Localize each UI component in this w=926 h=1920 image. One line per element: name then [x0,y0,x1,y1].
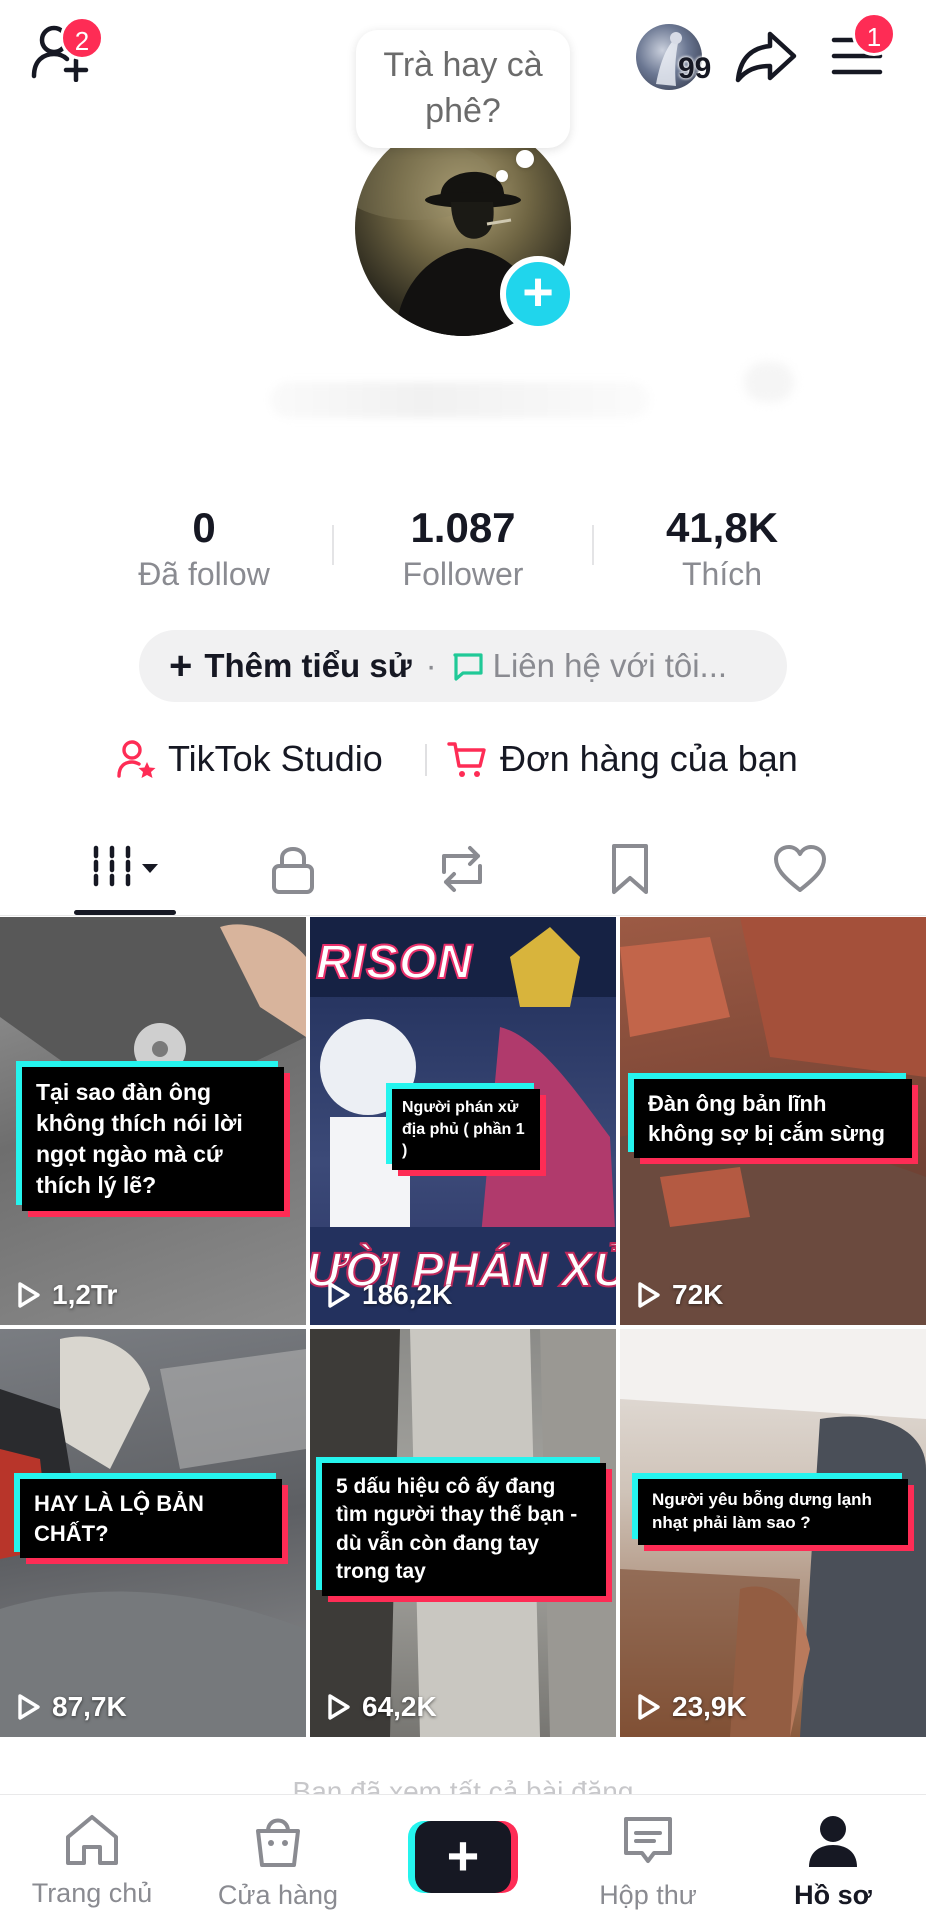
tiktok-studio-label: TikTok Studio [168,738,383,779]
creator-links: TikTok Studio Đơn hàng của bạn [0,734,926,784]
bio-separator: · [425,647,437,684]
view-count-value: 72K [672,1279,724,1310]
stat-following-value: 0 [192,504,216,551]
chat-bubble-icon [453,653,483,681]
view-count: 186,2K [326,1279,452,1311]
plus-icon: + [415,1821,511,1893]
video-caption: Người yêu bỗng dưng lạnh nhạt phải làm s… [638,1479,908,1545]
profile-icon [809,1816,857,1867]
tab-reposts[interactable] [412,836,512,902]
create-button[interactable]: + [408,1821,518,1893]
profile-stats: 0 Đã follow 1.087 Follower 41,8K Thích [0,503,926,593]
nav-shop[interactable]: Cửa hàng [188,1813,368,1911]
stat-following[interactable]: 0 Đã follow [84,503,324,595]
stat-divider [332,525,334,565]
note-bubble[interactable]: Trà hay cà phê? [356,30,570,148]
tab-private[interactable] [243,836,343,902]
blurred-username [270,382,650,418]
share-button[interactable] [734,26,798,86]
bookmark-icon [612,844,648,894]
menu-button[interactable]: 1 [830,12,896,80]
nav-home-label: Trang chủ [31,1878,153,1908]
video-thumbnail[interactable]: 5 dấu hiệu cô ấy đang tìm người thay thế… [310,1329,616,1737]
play-icon [638,1694,660,1720]
nav-profile[interactable]: Hồ sơ [743,1813,923,1911]
play-icon [638,1282,660,1308]
video-thumbnail[interactable]: Tại sao đàn ông không thích nói lời ngọt… [0,917,306,1325]
videos-grid-icon [93,845,158,893]
play-icon [18,1282,40,1308]
nav-inbox-label: Hộp thư [599,1880,697,1910]
view-count-value: 1,2Tr [52,1279,118,1310]
stat-likes[interactable]: 41,8K Thích [602,503,842,595]
view-count-value: 186,2K [362,1279,453,1310]
studio-user-star-icon [117,740,156,778]
stat-followers-value: 1.087 [410,504,516,551]
tab-liked[interactable] [750,836,850,902]
view-count: 1,2Tr [16,1279,117,1311]
view-count: 72K [636,1279,723,1311]
cart-icon [447,742,486,777]
video-thumbnail[interactable]: Người yêu bỗng dưng lạnh nhạt phải làm s… [620,1329,926,1737]
menu-badge: 1 [852,12,896,56]
repost-icon [442,846,482,892]
video-caption: 5 dấu hiệu cô ấy đang tìm người thay thế… [322,1463,606,1597]
bio-pill: + Thêm tiểu sử · Liên hệ với tôi... [139,630,787,702]
tiktok-studio-link[interactable]: TikTok Studio [116,734,383,784]
add-story-button[interactable]: + [500,256,576,332]
video-caption: Đàn ông bản lĩnh không sợ bị cắm sừng [634,1079,912,1159]
lock-icon [272,847,314,894]
tab-videos[interactable] [78,836,178,902]
video-grid: Tại sao đàn ông không thích nói lời ngọt… [0,917,926,1737]
tab-saved[interactable] [580,836,680,902]
add-bio-button[interactable]: Thêm tiểu sử [204,647,411,685]
view-count-value: 23,9K [672,1691,747,1722]
stat-following-label: Đã follow [138,556,270,592]
plus-icon: + [169,644,193,688]
story-count: 99 [678,52,712,85]
stat-followers-label: Follower [402,556,524,592]
video-thumbnail[interactable]: RISON Người phán xử địa phủ ( phần 1 ) Ư… [310,917,616,1325]
add-friend-badge: 2 [60,16,104,60]
note-bubble-tail [516,150,534,168]
play-icon [18,1694,40,1720]
content-tabs [0,830,926,916]
view-count: 23,9K [636,1691,747,1723]
nav-profile-label: Hồ sơ [794,1880,872,1910]
nav-home[interactable]: Trang chủ [2,1813,182,1909]
stat-likes-label: Thích [681,556,763,592]
inbox-icon [624,1817,672,1863]
blurred-icon [744,362,794,402]
contact-button[interactable]: Liên hệ với tôi... [493,647,727,685]
video-caption: Người phán xử địa phủ ( phần 1 ) [392,1089,540,1170]
view-count-value: 64,2K [362,1691,437,1722]
bottom-navigation: Trang chủ Cửa hàng + Hộp thư Hồ sơ [0,1794,926,1920]
home-icon [66,1815,118,1865]
link-separator [425,744,427,776]
add-friend-button[interactable]: 2 [30,16,110,92]
note-bubble-tail-small [496,170,508,182]
play-icon [328,1282,350,1308]
view-count: 64,2K [326,1691,437,1723]
nav-inbox[interactable]: Hộp thư [558,1813,738,1911]
active-tab-indicator [74,910,176,915]
stat-followers[interactable]: 1.087 Follower [343,503,583,595]
view-count: 87,7K [16,1691,127,1723]
video-overlay-title: RISON [315,935,474,990]
shop-bag-icon [256,1818,300,1867]
video-thumbnail[interactable]: Đàn ông bản lĩnh không sợ bị cắm sừng 72… [620,917,926,1325]
stat-divider [592,525,594,565]
nav-shop-label: Cửa hàng [217,1880,339,1910]
view-count-value: 87,7K [52,1691,127,1722]
stat-likes-value: 41,8K [665,504,779,551]
video-thumbnail[interactable]: HAY LÀ LỘ BẢN CHẤT? 87,7K [0,1329,306,1737]
orders-link[interactable]: Đơn hàng của bạn [446,734,798,784]
heart-icon [774,845,826,892]
orders-label: Đơn hàng của bạn [500,738,798,779]
play-icon [328,1694,350,1720]
video-caption: HAY LÀ LỘ BẢN CHẤT? [20,1479,282,1559]
share-icon [735,31,797,83]
video-caption: Tại sao đàn ông không thích nói lời ngọt… [22,1067,284,1212]
